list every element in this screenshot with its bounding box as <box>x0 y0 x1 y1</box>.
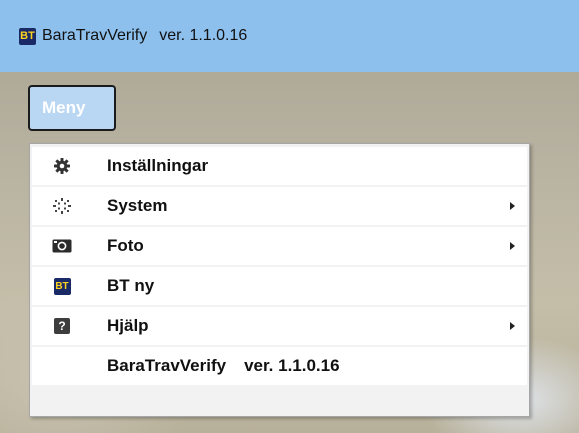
titlebar: BT BaraTravVerify ver. 1.1.0.16 <box>0 0 579 72</box>
help-icon: ? <box>36 318 88 334</box>
menu-button[interactable]: Meny <box>28 85 116 131</box>
menu-item-label: BT ny <box>107 276 155 295</box>
submenu-arrow-icon <box>510 322 515 330</box>
about-version: ver. 1.1.0.16 <box>244 356 340 375</box>
menu-item-label: System <box>107 196 168 215</box>
gear-icon <box>36 157 88 175</box>
system-sparkle-icon <box>36 197 88 215</box>
about-app-name: BaraTravVerify <box>107 356 227 375</box>
menu-item-bt-ny[interactable]: BT BT ny <box>32 267 527 305</box>
app-logo-icon: BT <box>19 27 36 45</box>
submenu-arrow-icon <box>510 202 515 210</box>
menu-item-label: Hjälp <box>107 316 149 335</box>
menu-item-installningar[interactable]: Inställningar <box>32 147 527 185</box>
submenu-arrow-icon <box>510 242 515 250</box>
menu-item-hjalp[interactable]: ? Hjälp <box>32 307 527 345</box>
window-title: BaraTravVerify ver. 1.1.0.16 <box>42 27 247 45</box>
app-version: ver. 1.1.0.16 <box>159 27 248 44</box>
app-name: BaraTravVerify <box>42 27 148 44</box>
menu-item-label: BaraTravVerify ver. 1.1.0.16 <box>107 356 340 376</box>
menu-item-label: Foto <box>107 236 144 255</box>
menu-item-label: Inställningar <box>107 156 209 175</box>
menu-item-about[interactable]: BaraTravVerify ver. 1.1.0.16 <box>32 347 527 385</box>
camera-icon <box>36 238 88 254</box>
dropdown-menu: Inställningar System Foto BT BT ny ? Hjä… <box>29 143 530 417</box>
bt-logo-icon: BT <box>36 277 88 295</box>
menu-item-foto[interactable]: Foto <box>32 227 527 265</box>
menu-item-system[interactable]: System <box>32 187 527 225</box>
